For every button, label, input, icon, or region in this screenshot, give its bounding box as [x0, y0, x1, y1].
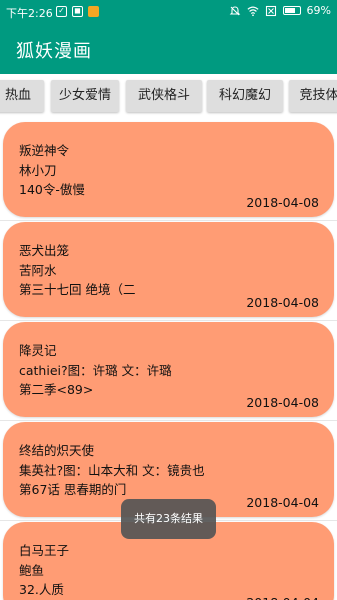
comic-card[interactable]: 叛逆神令 林小刀 140令-傲慢 2018-04-08 — [3, 122, 334, 217]
comic-card[interactable]: 恶犬出笼 苦阿水 第三十七回 绝境（二 2018-04-08 — [3, 222, 334, 317]
comic-author: 苦阿水 — [19, 263, 57, 278]
tab-kehuan-mohuan[interactable]: 科幻魔幻 — [207, 80, 283, 112]
status-left-icons: ✓ ◼ — [56, 6, 99, 17]
comic-author: cathiei?图：许璐 文：许璐 — [19, 363, 172, 378]
comic-card[interactable]: 降灵记 cathiei?图：许璐 文：许璐 第二季<89> 2018-04-08 — [3, 322, 334, 417]
comic-date: 2018-04-04 — [246, 495, 319, 510]
app-icon — [88, 6, 99, 17]
divider — [0, 420, 337, 421]
comic-author: 集英社?图：山本大和 文：镜贵也 — [19, 463, 205, 478]
comic-chapter: 第二季<89> — [19, 382, 94, 397]
tab-shaonv-aiqing[interactable]: 少女爱情 — [51, 80, 119, 112]
status-bar: 下午2:26 ✓ ◼ 69% — [0, 0, 337, 24]
app-title: 狐妖漫画 — [16, 41, 92, 62]
battery-level: 69% — [306, 4, 331, 17]
comic-title: 恶犬出笼 — [19, 243, 70, 258]
comic-date: 2018-04-08 — [246, 395, 319, 410]
comic-chapter: 第67话 思春期的门 — [19, 482, 127, 497]
tab-wuxia-gedou[interactable]: 武侠格斗 — [126, 80, 202, 112]
status-time: 下午2:26 — [6, 7, 53, 20]
comic-date: 2018-04-08 — [246, 195, 319, 210]
sim-icon — [265, 5, 276, 16]
app-bar: 狐妖漫画 — [0, 24, 337, 74]
status-right: 69% — [229, 4, 331, 17]
comic-chapter: 140令-傲慢 — [19, 182, 85, 197]
comic-date: 2018-04-04 — [246, 595, 319, 600]
comic-author: 林小刀 — [19, 163, 57, 178]
category-tabs: 热血 少女爱情 武侠格斗 科幻魔幻 竞技体 — [0, 74, 337, 120]
tab-rexue[interactable]: 热血 — [0, 80, 44, 112]
comic-chapter: 32.人质 — [19, 582, 64, 597]
notification-icon: ◼ — [72, 6, 83, 17]
comic-title: 终结的炽天使 — [19, 443, 95, 458]
wifi-icon — [247, 6, 259, 16]
comic-title: 叛逆神令 — [19, 143, 70, 158]
battery-icon — [282, 6, 301, 15]
result-count-toast: 共有23条结果 — [121, 499, 216, 539]
shield-icon: ✓ — [56, 6, 67, 17]
comic-title: 降灵记 — [19, 343, 57, 358]
mute-icon — [229, 5, 240, 15]
divider — [0, 220, 337, 221]
tab-jingji[interactable]: 竞技体 — [289, 80, 337, 112]
comic-author: 鲍鱼 — [19, 563, 45, 578]
comic-chapter: 第三十七回 绝境（二 — [19, 282, 136, 297]
comic-date: 2018-04-08 — [246, 295, 319, 310]
divider — [0, 320, 337, 321]
comic-title: 白马王子 — [19, 543, 70, 558]
